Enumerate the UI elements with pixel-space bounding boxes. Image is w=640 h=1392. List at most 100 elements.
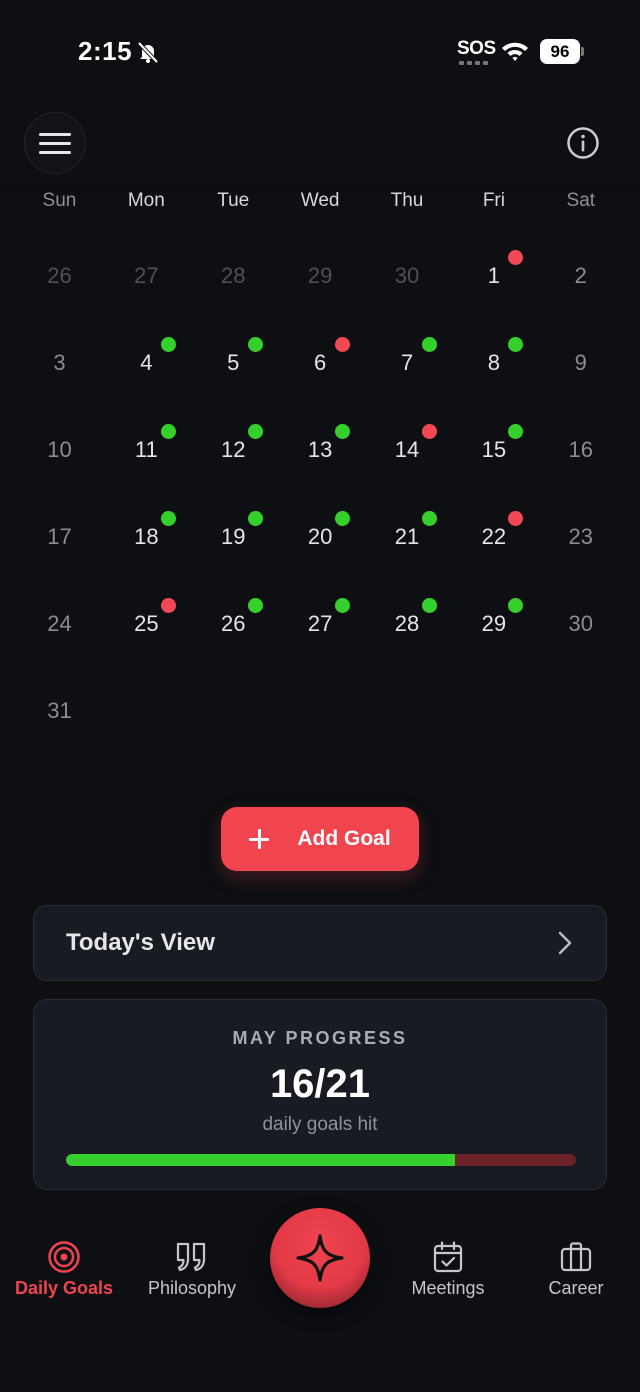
info-icon[interactable] [566, 126, 600, 160]
weekday-label: Thu [390, 190, 424, 211]
add-goal-label: Add Goal [297, 827, 391, 850]
nav-meetings[interactable]: Meetings [388, 1240, 508, 1299]
calendar-day[interactable]: 12 [190, 406, 277, 493]
calendar-day[interactable]: 3 [16, 319, 103, 406]
calendar-day-number: 3 [53, 349, 66, 375]
calendar-day-number: 27 [134, 262, 159, 288]
progress-value: 16/21 [269, 1062, 371, 1106]
calendar-day[interactable]: 20 [277, 493, 364, 580]
goal-hit-dot [508, 337, 524, 352]
goal-hit-dot [160, 424, 176, 439]
calendar-day-number: 26 [220, 610, 246, 636]
calendar-day[interactable]: 28 [190, 232, 277, 319]
calendar-day-number: 16 [568, 436, 594, 462]
calendar-day-number: 2 [574, 262, 587, 288]
calendar-day[interactable]: 6 [277, 319, 364, 406]
calendar-day[interactable]: 7 [364, 319, 451, 406]
calendar-day-number: 19 [220, 523, 246, 549]
calendar-day-number: 20 [307, 523, 333, 549]
goal-hit-dot [334, 511, 350, 526]
calendar-day-number: 31 [47, 697, 72, 723]
calendar-day[interactable]: 18 [103, 493, 190, 580]
calendar-day[interactable]: 15 [450, 406, 537, 493]
calendar-day-number: 25 [134, 610, 159, 636]
calendar-day[interactable]: 19 [190, 493, 277, 580]
calendar-day[interactable]: 11 [103, 406, 190, 493]
weekday-label: Sun [42, 190, 77, 211]
calendar-day[interactable]: 25 [103, 580, 190, 667]
calendar-day[interactable]: 10 [16, 406, 103, 493]
calendar-day-number: 24 [47, 610, 72, 636]
calendar-day[interactable]: 16 [537, 406, 624, 493]
calendar-day-number: 23 [568, 523, 594, 549]
calendar-day-number: 10 [47, 436, 72, 462]
calendar-day[interactable]: 29 [450, 580, 537, 667]
calendar-day[interactable]: 13 [277, 406, 364, 493]
target-icon [48, 1241, 80, 1273]
nav-philosophy[interactable]: Philosophy [132, 1240, 252, 1299]
calendar-day-number: 28 [220, 262, 246, 288]
nav-career[interactable]: Career [516, 1240, 636, 1299]
calendar-day[interactable]: 28 [364, 580, 451, 667]
calendar-day[interactable]: 22 [450, 493, 537, 580]
calendar-day-number: 11 [134, 436, 158, 462]
calendar-day[interactable]: 4 [103, 319, 190, 406]
progress-bar-fill [66, 1154, 455, 1166]
weekday-label: Mon [127, 190, 165, 211]
calendar-day-number: 18 [134, 523, 159, 549]
bottom-navigation: Daily Goals Philosophy Meetings Career [0, 1200, 640, 1392]
calendar-day[interactable]: 1 [450, 232, 537, 319]
plus-icon [249, 829, 270, 849]
weekday-label: Fri [482, 190, 505, 211]
goal-missed-dot [334, 337, 350, 352]
battery-indicator: 96 [540, 39, 580, 64]
calendar-day[interactable]: 27 [103, 232, 190, 319]
calendar-day-number: 13 [307, 436, 333, 462]
calendar-day[interactable]: 30 [537, 580, 624, 667]
calendar-day-number: 9 [574, 349, 587, 375]
goal-hit-dot [421, 511, 437, 526]
goal-hit-dot [334, 598, 350, 613]
goal-hit-dot [508, 598, 524, 613]
calendar-day-number: 22 [481, 523, 507, 549]
calendar-day[interactable]: 2 [537, 232, 624, 319]
hamburger-icon-line [39, 132, 71, 136]
bell-slash-icon [137, 41, 159, 64]
calendar-day[interactable]: 31 [16, 667, 103, 754]
calendar-day-number: 17 [47, 523, 72, 549]
calendar-day[interactable]: 27 [277, 580, 364, 667]
calendar-grid: 26 27 28 29 30 1 2 3 4 5 6 7 8 9 10 11 12 13 14 15 16 17 18 19 2… [16, 232, 624, 754]
goal-hit-dot [247, 511, 263, 526]
calendar-day-number: 26 [47, 262, 72, 288]
calendar-day[interactable]: 9 [537, 319, 624, 406]
todays-view-button[interactable]: Today's View [33, 905, 607, 981]
progress-caption: daily goals hit [262, 1114, 378, 1135]
calendar-day[interactable]: 26 [190, 580, 277, 667]
sparkle-icon [296, 1234, 344, 1282]
calendar-day[interactable]: 24 [16, 580, 103, 667]
calendar-day[interactable]: 8 [450, 319, 537, 406]
calendar-day-number: 5 [227, 349, 240, 375]
calendar-day[interactable]: 30 [364, 232, 451, 319]
progress-bar [66, 1154, 576, 1166]
nav-daily-goals[interactable]: Daily Goals [4, 1240, 124, 1299]
monthly-progress-card: MAY PROGRESS 16/21 daily goals hit [33, 999, 607, 1190]
center-action-button[interactable] [270, 1208, 370, 1308]
chevron-right-icon [558, 931, 572, 955]
goal-hit-dot [421, 598, 437, 613]
calendar-day[interactable]: 21 [364, 493, 451, 580]
calendar-day-number: 4 [140, 349, 153, 375]
calendar-day[interactable]: 26 [16, 232, 103, 319]
goal-hit-dot [508, 424, 524, 439]
calendar-day[interactable]: 23 [537, 493, 624, 580]
nav-label-meetings: Meetings [411, 1278, 485, 1298]
sos-indicator: SOS [457, 38, 496, 59]
menu-button[interactable] [24, 112, 86, 174]
calendar-day[interactable]: 17 [16, 493, 103, 580]
calendar-day[interactable]: 5 [190, 319, 277, 406]
calendar-day[interactable]: 14 [364, 406, 451, 493]
signal-dots [459, 61, 491, 65]
calendar-day[interactable]: 29 [277, 232, 364, 319]
calendar-day-number: 6 [313, 349, 327, 375]
add-goal-button[interactable]: Add Goal [221, 807, 419, 871]
